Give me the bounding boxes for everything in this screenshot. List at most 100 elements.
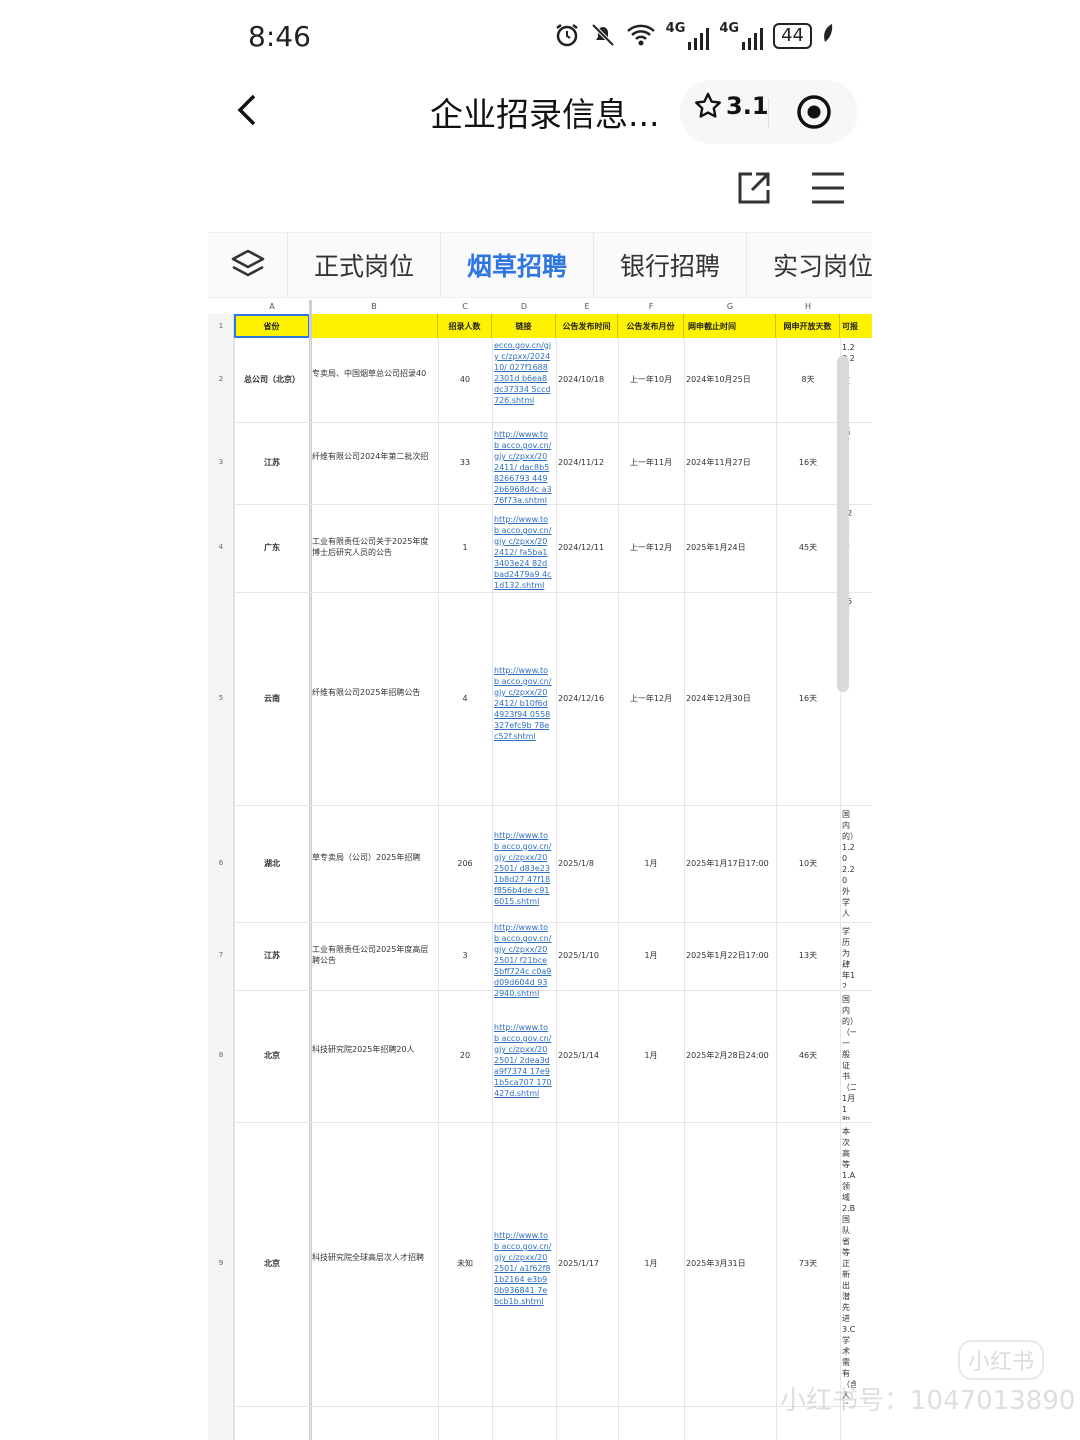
col-letter-c: C: [462, 302, 468, 311]
tab-tobacco-recruitment[interactable]: 烟草招聘: [441, 233, 594, 297]
cell-pub-time: 2025/1/14: [558, 1051, 600, 1060]
cell-pub-month: 上一年10月: [629, 375, 673, 384]
page-title: 企业招录信息...: [430, 95, 660, 134]
layers-icon: [231, 249, 264, 277]
col-letter-d: D: [520, 302, 528, 311]
selected-cell-outline: [234, 314, 310, 338]
cell-link[interactable]: http://www.tob acco.gov.cn/gjy c/zpxx/20…: [494, 665, 552, 742]
wifi-icon: [626, 22, 656, 50]
cell-deadline: 2025年1月17日17:00: [686, 858, 769, 868]
cell-pub-time: 2025/1/17: [558, 1259, 600, 1268]
cell-link[interactable]: http://www.tob acco.gov.cn/gjy c/zpxx/20…: [494, 514, 552, 591]
cell-pub-time: 2025/1/8: [558, 858, 594, 868]
tab-formal-positions[interactable]: 正式岗位: [288, 233, 441, 297]
header-cell-deadline[interactable]: 网申截止时间: [684, 314, 776, 338]
column-letters: A B C D E F G H: [208, 300, 872, 314]
tab-bank-recruitment[interactable]: 银行招聘: [594, 233, 747, 297]
cell-pub-month: 1月: [644, 1259, 658, 1268]
close-miniprogram-button[interactable]: [796, 94, 832, 130]
header-cell-pub-month[interactable]: 公告发布月份: [618, 314, 684, 338]
rating-button[interactable]: 3.1: [694, 92, 769, 120]
alarm-icon: [554, 22, 580, 50]
cell-title: 科技研究院2025年招聘20人: [312, 1045, 415, 1054]
signal-4g-icon-2: 4G: [719, 21, 764, 50]
cell-open-days: 45天: [798, 543, 818, 552]
cell-count: 1: [462, 543, 468, 552]
cell-province: 北京: [264, 1259, 280, 1268]
cell-deadline: 2025年1月22日17:00: [686, 951, 769, 960]
header-cell-title[interactable]: [310, 314, 438, 338]
cell-link[interactable]: http://www.tob acco.gov.cn/gjy c/zpxx/20…: [494, 429, 552, 506]
cell-link[interactable]: http://www.tob acco.gov.cn/gjy c/zpxx/20…: [494, 922, 552, 999]
row-number: 9: [218, 1259, 224, 1267]
layers-button[interactable]: [208, 233, 288, 297]
status-bar: 8:46 4G 4G 44: [0, 0, 1080, 76]
cell-deadline: 2024年10月25日: [686, 375, 751, 384]
leaf-icon: [822, 22, 834, 50]
row-number: 3: [218, 458, 224, 466]
row-number: 8: [218, 1051, 224, 1059]
cell-deadline: 2024年12月30日: [686, 693, 751, 703]
grid-hline: [234, 422, 872, 423]
cell-pub-time: 2024/12/16: [558, 693, 605, 703]
hamburger-menu-icon: [812, 172, 844, 204]
grid-hline: [234, 805, 872, 806]
watermark-id: 小红书号：1047013890: [780, 1386, 1076, 1416]
app-header: 企业招录信息... 3.1: [0, 76, 1080, 146]
star-icon: [695, 92, 721, 118]
col-letter-g: G: [726, 302, 734, 311]
row-number: 5: [218, 693, 224, 702]
net-label-1: 4G: [665, 21, 686, 36]
share-button[interactable]: [736, 170, 772, 210]
cell-link[interactable]: ecco.gov.cn/gjy c/zpxx/202410/ 027f16882…: [494, 340, 552, 406]
header-cell-eligible[interactable]: 可报: [840, 314, 872, 338]
cell-open-days: 46天: [798, 1051, 818, 1060]
menu-button[interactable]: [810, 170, 846, 210]
row-number: 2: [218, 375, 224, 383]
header-cell-count[interactable]: 招录人数: [438, 314, 492, 338]
row-number: 4: [218, 543, 224, 551]
cell-count: 206: [457, 858, 473, 868]
back-button[interactable]: [228, 90, 268, 130]
rating-value: 3.1: [726, 92, 769, 120]
cell-province: 江苏: [264, 458, 280, 467]
cell-pub-time: 2025/1/10: [558, 951, 600, 960]
cell-open-days: 13天: [798, 951, 818, 960]
header-cell-pub-time[interactable]: 公告发布时间: [556, 314, 618, 338]
cell-open-days: 73天: [798, 1259, 818, 1268]
cell-title: 工业有限责任公司关于2025年度 博士后研究人员的公告: [312, 537, 429, 557]
tab-internship-positions[interactable]: 实习岗位: [747, 233, 872, 297]
vertical-scrollbar[interactable]: [837, 356, 849, 692]
cell-title: 专卖局、中国烟草总公司招录40: [312, 369, 427, 378]
cell-pub-month: 1月: [644, 858, 658, 868]
spreadsheet[interactable]: A B C D E F G H 1 省份 招录人数 链接 公告发布时间 公告发布…: [208, 300, 872, 1440]
cell-province: 总公司（北京）: [244, 375, 300, 384]
cell-link[interactable]: http://www.tob acco.gov.cn/gjy c/zpxx/20…: [494, 1230, 552, 1307]
cell-province: 湖北: [264, 858, 280, 868]
cell-count: 未知: [457, 1259, 473, 1268]
capsule-divider: [768, 98, 769, 128]
battery-indicator: 44: [773, 23, 812, 49]
cell-count: 20: [459, 1051, 471, 1060]
cell-deadline: 2024年11月27日: [686, 458, 751, 467]
cell-link[interactable]: http://www.tob acco.gov.cn/gjy c/zpxx/20…: [494, 1022, 552, 1099]
cell-title: 科技研究院全球高层次人才招聘: [312, 1253, 424, 1262]
cell-count: 40: [459, 375, 471, 384]
cell-open-days: 8天: [801, 375, 815, 384]
cell-title: 工业有限责任公司2025年度高层 聘公告: [312, 945, 429, 965]
header-cell-link[interactable]: 链接: [492, 314, 556, 338]
cell-pub-time: 2024/12/11: [558, 543, 605, 552]
target-icon: [797, 95, 831, 129]
grid-hline: [234, 922, 872, 923]
cell-link[interactable]: http://www.tob acco.gov.cn/gjy c/zpxx/20…: [494, 830, 552, 907]
cell-deadline: 2025年2月28日24:00: [686, 1051, 769, 1060]
net-label-2: 4G: [719, 21, 740, 36]
header-cell-open-days[interactable]: 网申开放天数: [776, 314, 840, 338]
cell-eligible: 学历 为肆 年12 岁（: [842, 927, 856, 988]
grid-hline: [234, 504, 872, 505]
row-number: 6: [218, 858, 224, 867]
cell-eligible: 国内 的） 1.20 2.20 外学 人员: [842, 810, 856, 918]
status-time: 8:46: [248, 20, 311, 53]
header-row: 省份 招录人数 链接 公告发布时间 公告发布月份 网申截止时间 网申开放天数 可…: [234, 314, 872, 338]
col-letter-b: B: [371, 302, 377, 311]
